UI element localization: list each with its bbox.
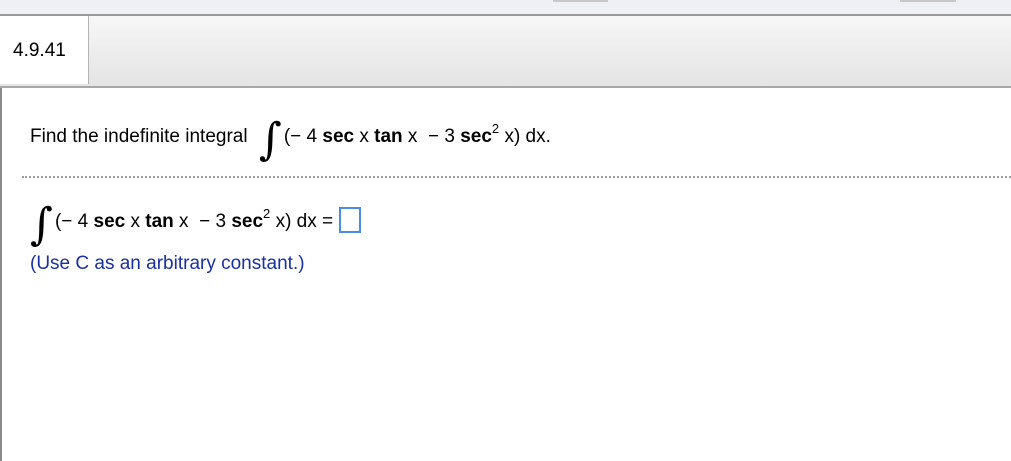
toolbar-tab-edge (900, 0, 956, 2)
variable: x (407, 126, 418, 147)
question-text: Find the indefinite integral ∫ (− 4 sec x… (30, 118, 551, 162)
answer-line: ∫ (− 4 sec x tan x − 3 sec2 x) dx = (30, 199, 362, 250)
hint-text: (Use C as an arbitrary constant.) (30, 253, 305, 274)
section-divider (22, 176, 1011, 178)
variable: x (179, 211, 189, 232)
differential: dx = (296, 211, 334, 232)
integral-sign: ∫ (30, 199, 53, 250)
question-lead: Find the indefinite integral (30, 126, 248, 147)
sec-function: sec (93, 211, 126, 232)
problem-id-box: 4.9.41 (0, 16, 89, 84)
sec-function: sec (231, 211, 264, 232)
toolbar-tab-edge (553, 0, 608, 2)
integral-sign: ∫ (258, 114, 282, 165)
tan-function: tan (145, 211, 174, 232)
sec-function: sec (322, 126, 355, 147)
left-border (0, 88, 2, 461)
exponent: 2 (263, 205, 271, 221)
coefficient: − 3 (427, 126, 455, 147)
coefficient: − 4 (61, 211, 89, 232)
variable: x (359, 126, 369, 147)
answer-input[interactable] (339, 207, 362, 233)
coefficient: − 4 (290, 126, 318, 147)
coefficient: − 3 (199, 211, 227, 232)
differential: dx. (525, 126, 551, 147)
variable: x) (504, 126, 521, 147)
problem-header: 4.9.41 (0, 16, 1011, 88)
sec-function: sec (460, 126, 492, 147)
variable: x) (275, 211, 292, 232)
variable: x (130, 211, 140, 232)
exponent: 2 (491, 120, 500, 136)
top-toolbar-strip (0, 0, 1011, 16)
problem-id: 4.9.41 (13, 40, 66, 61)
tan-function: tan (374, 126, 403, 147)
